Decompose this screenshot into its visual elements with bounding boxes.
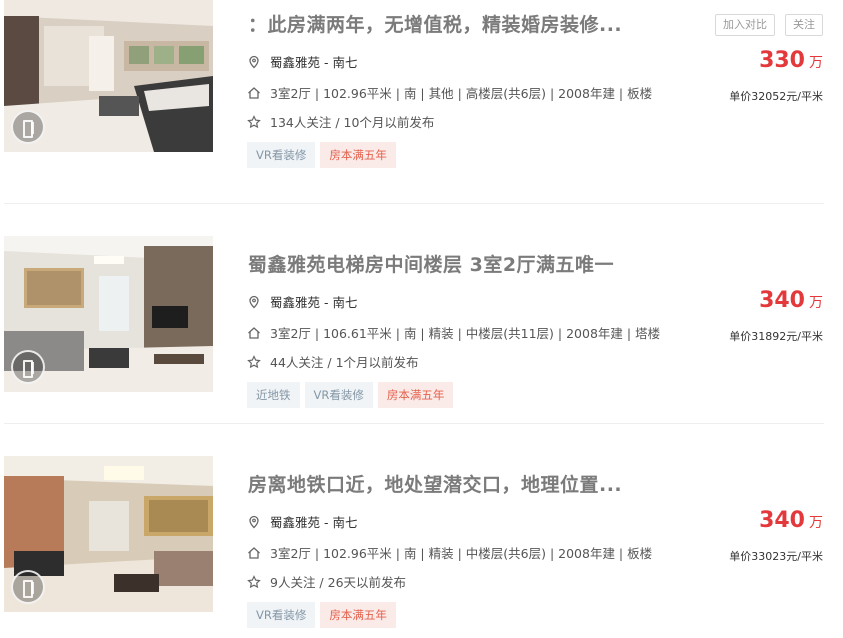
price-unit: 万 bbox=[809, 295, 823, 311]
listing-follow: 44人关注 / 1个月以前发布 bbox=[247, 352, 419, 371]
house-icon bbox=[248, 547, 260, 559]
listing-photo[interactable] bbox=[4, 236, 213, 392]
divider bbox=[4, 423, 824, 424]
info-text: 3室2厅 | 102.96平米 | 南 | 精装 | 中楼层(共6层) | 20… bbox=[270, 546, 653, 561]
star-icon bbox=[247, 115, 261, 129]
price-value: 340 bbox=[759, 508, 805, 533]
address-text[interactable]: 蜀鑫雅苑 - 南七 bbox=[270, 295, 357, 310]
follow-text: 9人关注 / 26天以前发布 bbox=[270, 575, 407, 590]
address-text[interactable]: 蜀鑫雅苑 - 南七 bbox=[270, 55, 357, 70]
tag-vr: VR看装修 bbox=[247, 142, 316, 168]
total-price: 330 万 bbox=[759, 48, 823, 73]
listing-info: 3室2厅 | 102.96平米 | 南 | 精装 | 中楼层(共6层) | 20… bbox=[247, 543, 652, 562]
divider bbox=[4, 203, 824, 204]
listing-card[interactable]: ：此房满两年，无增值税，精装婚房装修... 蜀鑫雅苑 - 南七 3室2厅 | 1… bbox=[0, 0, 843, 178]
total-price: 340 万 bbox=[759, 288, 823, 313]
tag-list: 近地铁 VR看装修 房本满五年 bbox=[247, 382, 458, 408]
price-unit: 万 bbox=[809, 515, 823, 531]
listing-title[interactable]: 蜀鑫雅苑电梯房中间楼层 3室2厅满五唯一 bbox=[248, 250, 718, 277]
listing-info: 3室2厅 | 102.96平米 | 南 | 其他 | 高楼层(共6层) | 20… bbox=[247, 83, 652, 102]
unit-price: 单价33023元/平米 bbox=[729, 550, 823, 563]
info-text: 3室2厅 | 102.96平米 | 南 | 其他 | 高楼层(共6层) | 20… bbox=[270, 86, 653, 101]
listing-address: 蜀鑫雅苑 - 南七 bbox=[247, 292, 357, 311]
tag-five-years: 房本满五年 bbox=[377, 382, 454, 408]
tag-list: VR看装修 房本满五年 bbox=[247, 142, 401, 168]
star-icon bbox=[247, 575, 261, 589]
location-pin-icon bbox=[249, 515, 259, 529]
info-text: 3室2厅 | 106.61平米 | 南 | 精装 | 中楼层(共11层) | 2… bbox=[270, 326, 661, 341]
tag-five-years: 房本满五年 bbox=[320, 602, 396, 628]
listing-photo[interactable] bbox=[4, 0, 213, 152]
listing-info: 3室2厅 | 106.61平米 | 南 | 精装 | 中楼层(共11层) | 2… bbox=[247, 323, 660, 342]
tag-subway: 近地铁 bbox=[247, 382, 300, 408]
star-icon bbox=[247, 355, 261, 369]
address-text[interactable]: 蜀鑫雅苑 - 南七 bbox=[270, 515, 357, 530]
location-pin-icon bbox=[249, 295, 259, 309]
listing-card[interactable]: 房离地铁口近，地处望潜交口，地理位置... 蜀鑫雅苑 - 南七 3室2厅 | 1… bbox=[0, 438, 843, 638]
tag-five-years: 房本满五年 bbox=[320, 142, 396, 168]
unit-price: 单价32052元/平米 bbox=[729, 90, 823, 103]
tag-vr: VR看装修 bbox=[247, 602, 316, 628]
vr-icon[interactable] bbox=[11, 110, 45, 144]
price-unit: 万 bbox=[809, 55, 823, 71]
location-pin-icon bbox=[249, 55, 259, 69]
vr-icon[interactable] bbox=[11, 350, 45, 384]
house-icon bbox=[248, 327, 260, 339]
price-value: 330 bbox=[759, 48, 805, 73]
follow-text: 134人关注 / 10个月以前发布 bbox=[270, 115, 435, 130]
listing-title[interactable]: ：此房满两年，无增值税，精装婚房装修... bbox=[248, 10, 718, 37]
follow-text: 44人关注 / 1个月以前发布 bbox=[270, 355, 419, 370]
listing-address: 蜀鑫雅苑 - 南七 bbox=[247, 52, 357, 71]
listing-follow: 134人关注 / 10个月以前发布 bbox=[247, 112, 434, 131]
tag-list: VR看装修 房本满五年 bbox=[247, 602, 401, 628]
tag-vr: VR看装修 bbox=[304, 382, 373, 408]
price-value: 340 bbox=[759, 288, 805, 313]
listing-follow: 9人关注 / 26天以前发布 bbox=[247, 572, 406, 591]
listing-address: 蜀鑫雅苑 - 南七 bbox=[247, 512, 357, 531]
vr-icon[interactable] bbox=[11, 570, 45, 604]
listing-card[interactable]: 蜀鑫雅苑电梯房中间楼层 3室2厅满五唯一 蜀鑫雅苑 - 南七 3室2厅 | 10… bbox=[0, 218, 843, 418]
house-icon bbox=[248, 87, 260, 99]
listing-photo[interactable] bbox=[4, 456, 213, 612]
unit-price: 单价31892元/平米 bbox=[729, 330, 823, 343]
listing-title[interactable]: 房离地铁口近，地处望潜交口，地理位置... bbox=[248, 470, 718, 497]
follow-button[interactable]: 关注 bbox=[785, 14, 823, 36]
total-price: 340 万 bbox=[759, 508, 823, 533]
add-compare-button[interactable]: 加入对比 bbox=[715, 14, 775, 36]
